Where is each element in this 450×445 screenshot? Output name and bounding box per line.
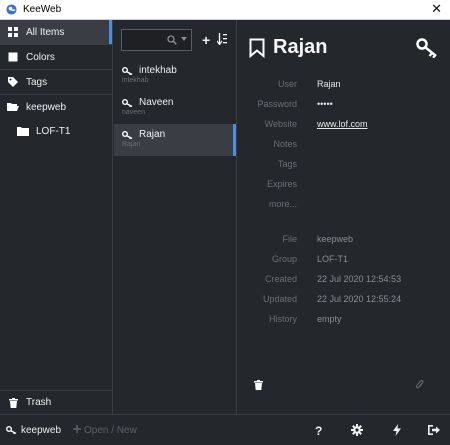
field-label: History — [268, 314, 297, 324]
menu-item-label: Trash — [26, 397, 52, 408]
field-value[interactable]: Rajan — [317, 79, 341, 93]
grid-icon — [6, 27, 20, 37]
exit-icon[interactable] — [428, 425, 440, 435]
field-value[interactable]: ••••• — [317, 99, 333, 113]
field-updated: Updated 22 Jul 2020 12:55:24 — [237, 294, 450, 308]
field-label: Password — [257, 99, 297, 109]
window-titlebar: KeeWeb ✕ — [0, 0, 450, 20]
open-new-label: Open / New — [84, 424, 137, 436]
menu-item-label: Tags — [26, 76, 48, 88]
entry-title: Naveen — [139, 97, 174, 108]
more-fields-link[interactable]: more... — [237, 199, 317, 213]
footer-bar: keepweb Open / New ? — [0, 414, 450, 445]
entry-list-panel: + intekhab intekhab Naveen naveen Rajan — [114, 20, 237, 414]
color-square-icon — [6, 52, 20, 62]
field-expires: Expires — [237, 179, 450, 193]
search-input[interactable] — [121, 29, 192, 51]
list-item[interactable]: Naveen naveen — [114, 92, 236, 124]
list-toolbar: + — [114, 20, 236, 60]
lightning-icon[interactable] — [393, 424, 401, 436]
field-value[interactable]: LOF-T1 — [317, 254, 348, 268]
bookmark-icon[interactable] — [249, 38, 265, 58]
menu-item-label: LOF-T1 — [36, 125, 71, 137]
key-icon — [122, 98, 133, 107]
field-more: more... — [237, 199, 450, 213]
entry-subtitle: intekhab — [122, 77, 149, 84]
menu-item-keepweb[interactable]: keepweb — [0, 95, 112, 119]
folder-open-icon — [6, 102, 20, 112]
menu-item-label: All Items — [26, 26, 65, 38]
help-button[interactable]: ? — [315, 424, 322, 438]
menu-item-tags[interactable]: Tags — [0, 70, 112, 94]
entry-title: intekhab — [139, 65, 177, 76]
field-label: File — [282, 234, 297, 244]
field-notes: Notes — [237, 139, 450, 153]
field-label: Created — [264, 274, 297, 284]
details-header: Rajan — [249, 36, 327, 59]
field-label: Group — [271, 254, 297, 264]
plus-icon — [73, 424, 82, 436]
field-file: File keepweb — [237, 234, 450, 248]
menu-item-trash[interactable]: Trash — [0, 390, 112, 414]
db-name: keepweb — [21, 424, 62, 436]
website-link[interactable]: www.lof.com — [317, 119, 368, 133]
sidebar-menu: All Items Colors Tags keepweb LOF-T1 Tra… — [0, 20, 113, 414]
search-icon — [167, 35, 177, 45]
field-history: History empty — [237, 314, 450, 328]
list-item-selected[interactable]: Rajan Rajan — [114, 124, 236, 156]
key-icon — [122, 130, 133, 139]
gear-icon[interactable] — [351, 424, 363, 436]
field-group: Group LOF-T1 — [237, 254, 450, 268]
field-label[interactable]: Tags — [237, 159, 317, 173]
field-created: Created 22 Jul 2020 12:54:53 — [237, 274, 450, 288]
menu-item-all-items[interactable]: All Items — [0, 20, 112, 44]
list-item[interactable]: intekhab intekhab — [114, 60, 236, 92]
key-icon — [6, 426, 17, 434]
field-label: Website — [264, 119, 297, 129]
field-value[interactable]: empty — [317, 314, 342, 328]
entry-subtitle: naveen — [122, 109, 145, 116]
entry-subtitle: Rajan — [122, 141, 141, 148]
field-label[interactable]: Notes — [237, 139, 317, 153]
field-label[interactable]: Expires — [237, 179, 317, 193]
window-title: KeeWeb — [23, 4, 62, 15]
menu-item-lof-t1[interactable]: LOF-T1 — [0, 119, 112, 143]
field-user: User Rajan — [237, 79, 450, 93]
menu-item-label: Colors — [26, 51, 55, 63]
field-password: Password ••••• — [237, 99, 450, 113]
paperclip-icon[interactable] — [416, 380, 424, 390]
field-website: Website www.lof.com — [237, 119, 450, 133]
key-icon[interactable] — [416, 38, 438, 58]
menu-item-colors[interactable]: Colors — [0, 45, 112, 69]
trash-icon — [6, 397, 20, 408]
field-label: User — [277, 79, 297, 89]
menu-item-label: keepweb — [26, 101, 67, 113]
open-new-button[interactable]: Open / New — [73, 424, 137, 436]
window-close-button[interactable]: ✕ — [431, 2, 442, 16]
keeweb-logo-icon — [6, 4, 17, 15]
sort-icon[interactable] — [216, 32, 228, 48]
tags-icon — [6, 77, 20, 87]
field-value: keepweb — [317, 234, 354, 244]
entry-details-panel: Rajan User Rajan Password ••••• Website … — [237, 20, 450, 414]
field-tags: Tags — [237, 159, 450, 173]
folder-icon — [16, 126, 30, 136]
footer-db-button[interactable]: keepweb — [6, 425, 61, 436]
field-value: 22 Jul 2020 12:54:53 — [317, 274, 402, 284]
entry-title-heading[interactable]: Rajan — [273, 36, 327, 59]
chevron-down-icon[interactable] — [181, 37, 187, 41]
entry-title: Rajan — [139, 129, 166, 140]
add-entry-button[interactable]: + — [202, 32, 210, 48]
delete-entry-icon[interactable] — [254, 380, 263, 390]
field-label: Updated — [262, 294, 297, 304]
key-icon — [122, 66, 133, 75]
field-value: 22 Jul 2020 12:55:24 — [317, 294, 402, 304]
